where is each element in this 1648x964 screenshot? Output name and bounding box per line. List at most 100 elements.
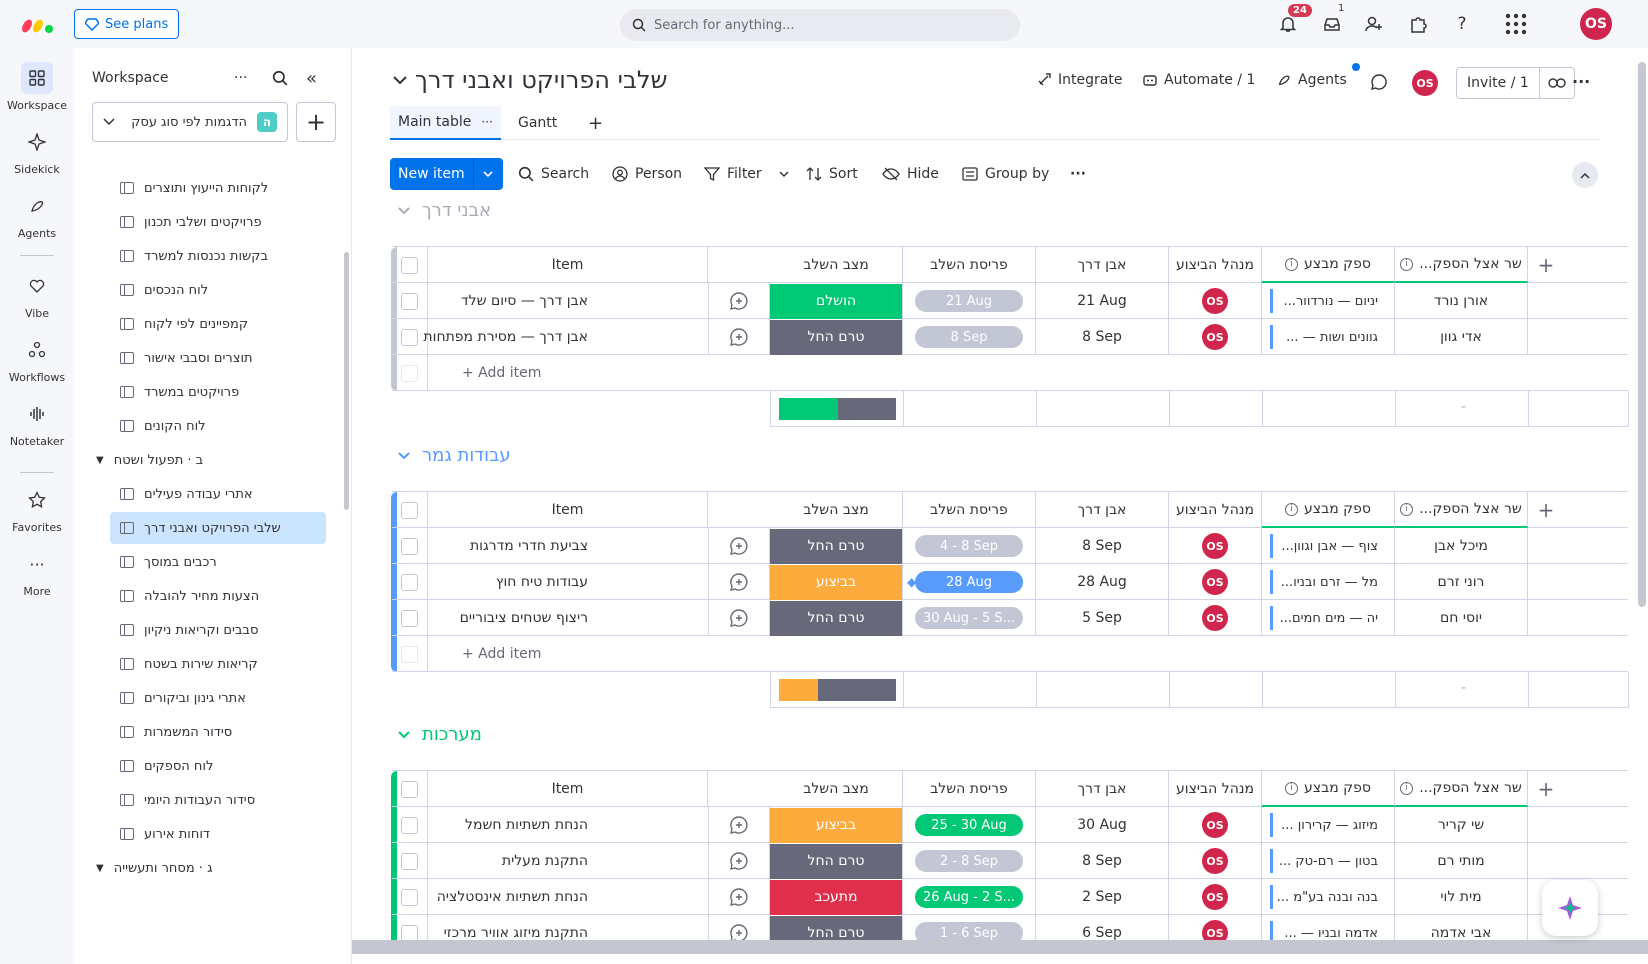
row-checkbox[interactable]	[401, 328, 418, 346]
cell-timeline[interactable]: 21 Aug	[903, 283, 1036, 319]
header-supplier[interactable]: ספק מבצע i	[1262, 492, 1395, 528]
timeline-pill[interactable]: 30 Aug - 5 S...	[915, 607, 1023, 629]
row-checkbox[interactable]	[401, 573, 418, 591]
cell-upd[interactable]	[708, 879, 770, 915]
cell-milestone[interactable]: 28 Aug	[1036, 564, 1169, 600]
table-row[interactable]: אבן דרך — סיום שלד הושלם 21 Aug 21 Aug OS...…	[392, 283, 1628, 319]
supplier-link[interactable]: ...יניום — נורדוור	[1270, 289, 1390, 313]
group-by-button[interactable]: Group by	[962, 158, 1049, 190]
integrate-button[interactable]: Integrate	[1036, 72, 1122, 88]
supplier-link[interactable]: ...יה — מים חמים	[1270, 606, 1390, 630]
cell-status[interactable]: בביצוע	[770, 807, 903, 843]
sort-button[interactable]: Sort	[806, 158, 858, 190]
header-contact[interactable]: ...שר אצל הספק i	[1395, 771, 1528, 807]
workspace-scrollbar[interactable]	[344, 252, 349, 510]
row-checkbox[interactable]	[401, 852, 418, 870]
rail-sidekick[interactable]: Sidekick	[0, 126, 74, 176]
cell-upd[interactable]	[708, 843, 770, 879]
cell-upd[interactable]	[708, 807, 770, 843]
cell-timeline[interactable]: 26 Aug - 2 S...	[903, 879, 1036, 915]
manager-avatar[interactable]: OS	[1202, 605, 1228, 631]
supplier-link[interactable]: ... בטון — רם-טק	[1270, 849, 1390, 873]
group-title[interactable]: אבני דרך	[398, 200, 491, 221]
supplier-link[interactable]: ...מל — זרם ובניו	[1270, 570, 1390, 594]
manager-avatar[interactable]: OS	[1202, 533, 1228, 559]
cell-milestone[interactable]: 21 Aug	[1036, 283, 1169, 319]
filter-button[interactable]: Filter	[704, 158, 789, 190]
cell-supplier[interactable]: ...יניום — נורדוור	[1262, 283, 1395, 319]
chevron-down-icon[interactable]	[472, 158, 503, 190]
rail-workspace[interactable]: Workspace	[0, 62, 74, 112]
person-filter-button[interactable]: Person	[612, 158, 682, 190]
table-row[interactable]: הנחת תשתיות חשמל בביצוע 25 - 30 Aug 30 Aug O…	[392, 807, 1628, 843]
cell-item[interactable]: עבודות טיח חוץ	[428, 564, 708, 600]
cell-status[interactable]: מתעכב	[770, 879, 903, 915]
copy-link-icon[interactable]	[1538, 68, 1574, 98]
chevron-down-icon[interactable]	[398, 730, 410, 739]
board-horizontal-scrollbar[interactable]	[352, 940, 1648, 954]
cell-milestone[interactable]: 8 Sep	[1036, 319, 1169, 355]
rail-agents[interactable]: Agents	[0, 190, 74, 240]
hide-button[interactable]: Hide	[882, 158, 939, 190]
workspace-folder[interactable]: ▼ ג · מסחר ותעשייה	[96, 852, 212, 884]
add-item-button[interactable]: + Add item	[428, 355, 728, 391]
add-item-button[interactable]: + Add item	[428, 636, 728, 672]
cell-contact[interactable]: אדי גוון	[1395, 319, 1528, 355]
workspace-board-item[interactable]: רכבים במוסך	[110, 546, 326, 578]
cell-manager[interactable]: OS	[1169, 283, 1262, 319]
cell-item[interactable]: הנחת תשתיות חשמל	[428, 807, 708, 843]
cell-manager[interactable]: OS	[1169, 600, 1262, 636]
workspace-board-item[interactable]: אתרי גינון וביקורים	[110, 682, 326, 714]
cell-timeline[interactable]: 8 Sep	[903, 319, 1036, 355]
workspace-more-icon[interactable]: ···	[234, 70, 247, 86]
agents-button[interactable]: Agents	[1276, 72, 1347, 88]
cell-supplier[interactable]: ... בנה ובנה בע"מ	[1262, 879, 1395, 915]
cell-upd[interactable]	[708, 319, 770, 355]
apps-puzzle-icon[interactable]	[1406, 12, 1430, 36]
tab-main-table[interactable]: Main table ···	[390, 106, 501, 140]
status-label[interactable]: טרם החל	[770, 600, 902, 636]
cell-timeline[interactable]: 25 - 30 Aug	[903, 807, 1036, 843]
cell-add[interactable]	[1528, 564, 1564, 600]
header-milestone[interactable]: אבן דרך	[1036, 771, 1169, 807]
header-chk[interactable]	[392, 771, 428, 807]
header-add[interactable]: +	[1528, 771, 1564, 807]
board-owner-avatar[interactable]: OS	[1412, 70, 1438, 96]
board-title[interactable]: שלבי הפרויקט ואבני דרך	[393, 66, 667, 94]
cell-status[interactable]: טרם החל	[770, 843, 903, 879]
see-plans-button[interactable]: See plans	[74, 9, 180, 39]
status-label[interactable]: טרם החל	[770, 843, 902, 879]
workspace-board-item[interactable]: סבבים וקריאות ניקיון	[110, 614, 326, 646]
info-icon[interactable]: i	[1285, 781, 1299, 795]
timeline-pill[interactable]: 2 - 8 Sep	[915, 850, 1023, 872]
row-checkbox[interactable]	[401, 292, 418, 310]
cell-status[interactable]: טרם החל	[770, 600, 903, 636]
select-all-checkbox[interactable]	[401, 501, 418, 519]
manager-avatar[interactable]: OS	[1202, 288, 1228, 314]
manager-avatar[interactable]: OS	[1202, 812, 1228, 838]
cell-chk[interactable]	[392, 528, 428, 564]
status-label[interactable]: בביצוע	[770, 564, 902, 600]
header-milestone[interactable]: אבן דרך	[1036, 492, 1169, 528]
add-update-icon[interactable]	[729, 536, 749, 556]
supplier-link[interactable]: ... מיזוג — קרירון	[1270, 813, 1390, 837]
header-status[interactable]: מצב השלב	[770, 771, 903, 807]
cell-manager[interactable]: OS	[1169, 528, 1262, 564]
workspace-board-item[interactable]: דוחות אירוע	[110, 818, 326, 850]
app-grid-icon[interactable]	[1504, 12, 1528, 36]
header-contact[interactable]: ...שר אצל הספק i	[1395, 247, 1528, 283]
updates-chat-icon[interactable]	[1370, 73, 1388, 91]
cell-timeline[interactable]: 28 Aug ◆	[903, 564, 1036, 600]
row-checkbox[interactable]	[401, 609, 418, 627]
select-all-checkbox[interactable]	[401, 780, 418, 798]
cell-upd[interactable]	[708, 564, 770, 600]
cell-supplier[interactable]: ...צוף — אבן וגוון	[1262, 528, 1395, 564]
chevron-down-icon[interactable]	[398, 451, 410, 460]
info-icon[interactable]: i	[1400, 257, 1414, 271]
header-status[interactable]: מצב השלב	[770, 247, 903, 283]
add-board-button[interactable]: +	[296, 102, 336, 142]
chevron-down-icon[interactable]	[398, 206, 410, 215]
cell-item[interactable]: הנחת תשתיות אינסטלציה	[428, 879, 708, 915]
timeline-pill[interactable]: 28 Aug	[915, 571, 1023, 593]
tab-gantt[interactable]: Gantt	[518, 106, 557, 140]
